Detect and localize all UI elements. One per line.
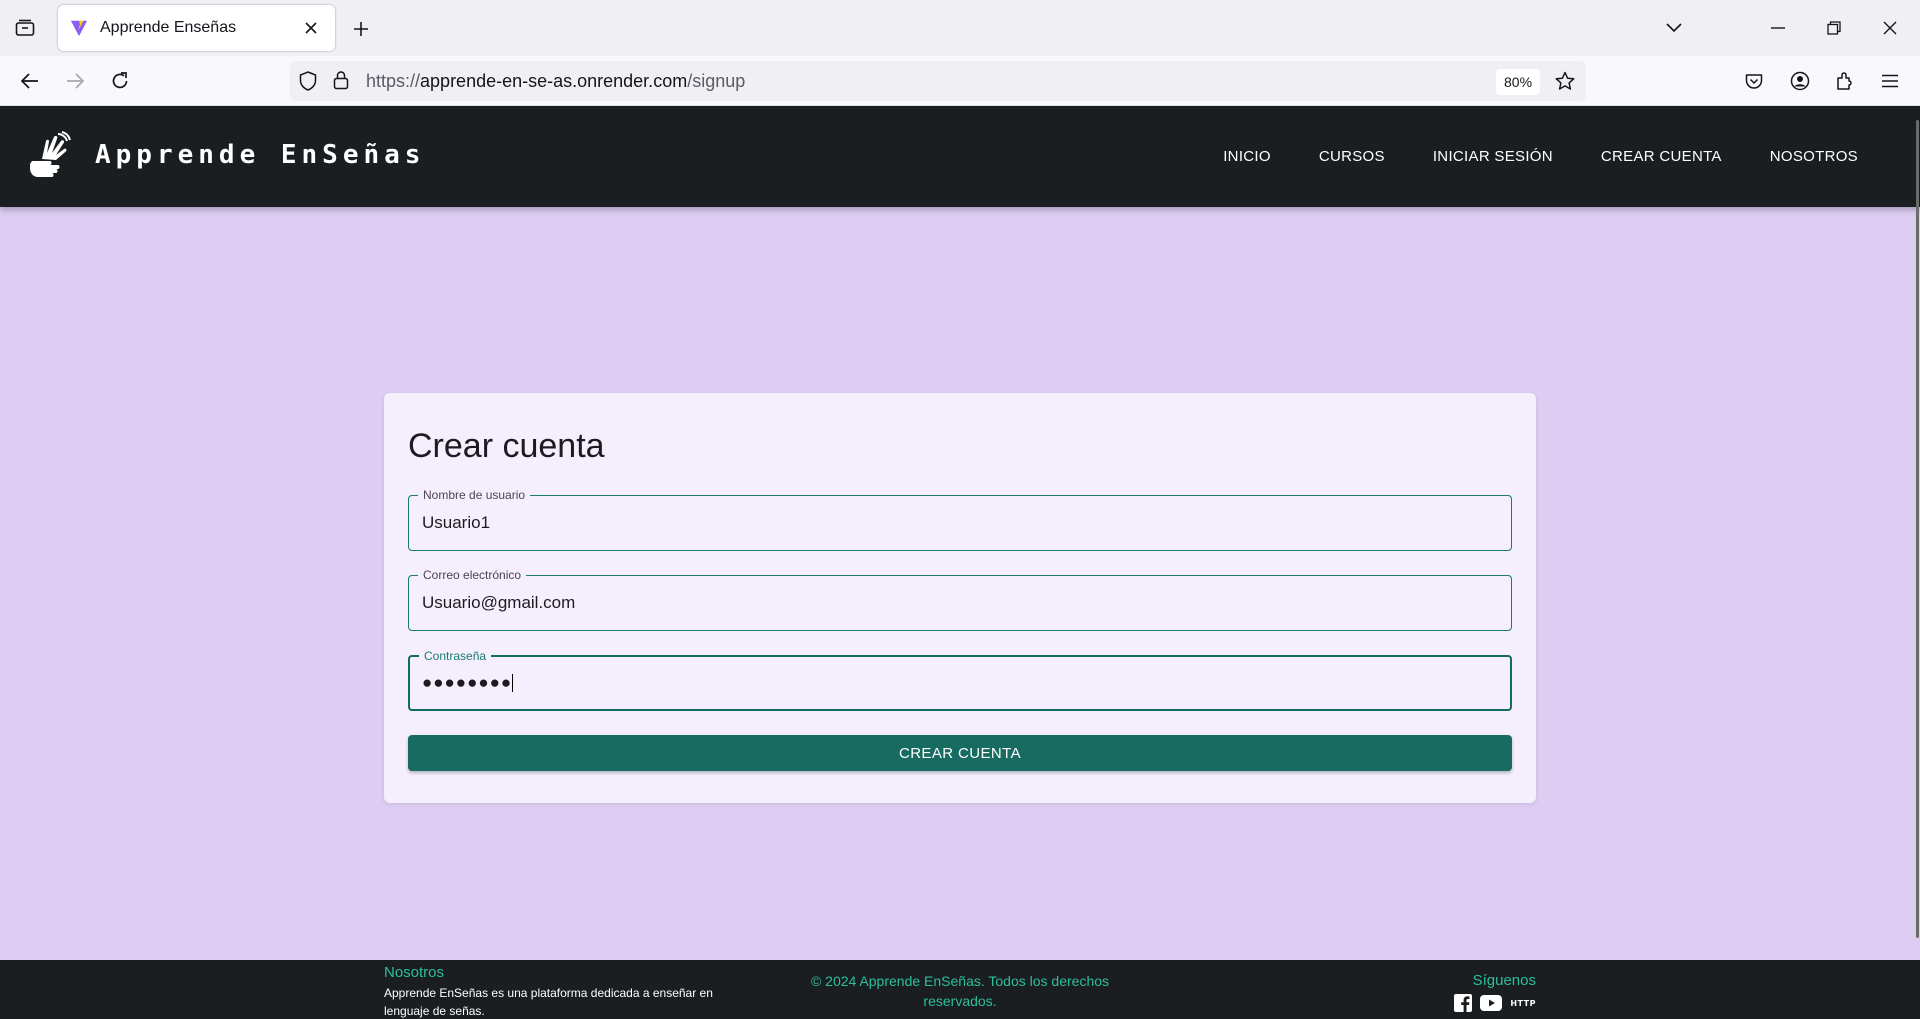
signup-card: Crear cuenta Nombre de usuario Correo el… [384,393,1536,803]
footer-follow-heading: Síguenos [1472,972,1536,989]
hand-sign-icon[interactable] [28,131,72,181]
tab-list-button[interactable] [10,14,40,42]
main-nav: INICIO CURSOS INICIAR SESIÓN CREAR CUENT… [1175,106,1858,207]
url-path: /signup [687,71,746,91]
url-text[interactable]: https://apprende-en-se-as.onrender.com/s… [366,71,745,92]
youtube-icon [1480,995,1503,1011]
password-input[interactable]: ●●●●●●●● [422,657,1492,709]
nav-nosotros[interactable]: NOSOTROS [1770,148,1858,165]
tab-list-icon [15,19,35,36]
footer-about-heading: Nosotros [384,964,445,981]
plus-icon [354,22,368,36]
facebook-link[interactable] [1454,994,1473,1012]
username-field[interactable]: Nombre de usuario [408,487,1512,551]
lock-icon[interactable] [333,70,349,90]
page-scrollbar-thumb[interactable] [1916,120,1919,938]
page-scrollbar[interactable] [1914,106,1920,1019]
minimize-button[interactable] [1758,10,1798,46]
youtube-link[interactable] [1480,995,1503,1011]
password-masked-value: ●●●●●●●● [422,673,513,692]
nav-inicio[interactable]: INICIO [1223,148,1271,165]
pocket-icon [1745,73,1763,89]
email-field[interactable]: Correo electrónico [408,567,1512,631]
restore-icon [1827,21,1841,35]
forward-button[interactable] [57,64,93,98]
nav-crear-cuenta[interactable]: CREAR CUENTA [1601,148,1722,165]
reload-icon [112,72,128,89]
star-icon[interactable] [1555,71,1575,91]
reload-button[interactable] [102,64,138,98]
create-account-button[interactable]: CREAR CUENTA [408,735,1512,771]
window-close-icon [1883,21,1897,35]
close-icon [305,22,317,34]
nav-iniciar-sesion[interactable]: INICIAR SESIÓN [1433,148,1553,165]
extensions-button[interactable] [1827,64,1863,98]
page-viewport: Apprende EnSeñas INICIO CURSOS INICIAR S… [0,106,1920,1019]
url-host: apprende-en-se-as.onrender.com [420,71,688,91]
website-link[interactable]: HTTP [1510,999,1536,1008]
new-tab-button[interactable] [346,14,376,44]
site-header: Apprende EnSeñas INICIO CURSOS INICIAR S… [0,106,1920,207]
back-icon [21,73,38,89]
nav-cursos[interactable]: CURSOS [1319,148,1385,165]
password-field[interactable]: Contraseña ●●●●●●●● [408,648,1512,711]
browser-navigation-bar: https://apprende-en-se-as.onrender.com/s… [0,56,1920,106]
app-menu-button[interactable] [1872,64,1908,98]
list-all-tabs-button[interactable] [1654,10,1694,46]
menu-icon [1882,74,1898,88]
extensions-icon [1837,72,1852,90]
url-bar[interactable]: https://apprende-en-se-as.onrender.com/s… [290,61,1586,101]
footer-about-text: Apprende EnSeñas es una plataforma dedic… [384,986,713,1018]
vite-favicon [70,20,88,37]
restore-button[interactable] [1814,10,1854,46]
window-close-button[interactable] [1870,10,1910,46]
footer-copyright: © 2024 Apprende EnSeñas. Todos los derec… [810,973,1110,1009]
social-links: HTTP [1446,994,1536,1012]
browser-tab-bar: Apprende Enseñas [0,0,1920,56]
username-input[interactable] [422,496,1492,550]
pocket-button[interactable] [1736,64,1772,98]
forward-icon [67,73,84,89]
signup-title: Crear cuenta [408,427,605,465]
back-button[interactable] [12,64,48,98]
text-caret [512,674,514,692]
tab-title: Apprende Enseñas [100,19,237,36]
url-protocol: https:// [366,71,421,91]
account-button[interactable] [1782,64,1818,98]
tab-close-button[interactable] [297,14,325,42]
zoom-level-badge[interactable]: 80% [1496,69,1541,95]
shield-icon[interactable] [299,71,317,91]
email-input[interactable] [422,576,1492,630]
site-footer: Nosotros Apprende EnSeñas es una platafo… [0,960,1920,1019]
facebook-icon [1454,994,1473,1012]
browser-tab[interactable]: Apprende Enseñas [58,5,335,51]
account-icon [1790,71,1810,91]
minimize-icon [1771,27,1785,29]
chevron-down-icon [1666,23,1682,33]
brand-name[interactable]: Apprende EnSeñas [95,140,425,170]
